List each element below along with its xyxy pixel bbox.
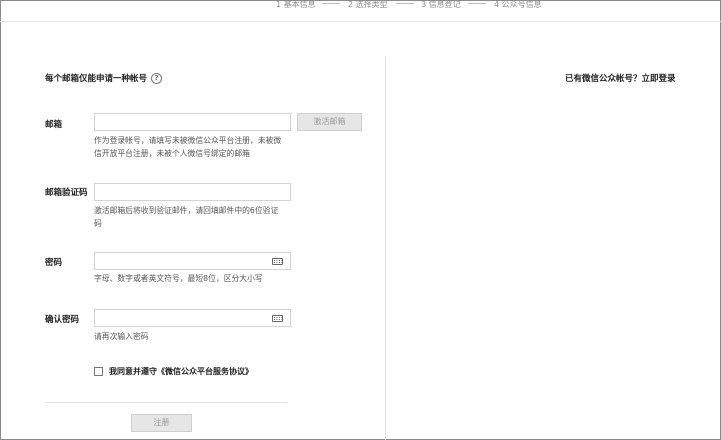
- help-circle-icon[interactable]: ?: [151, 72, 163, 84]
- step-separator: [322, 3, 340, 4]
- email-input[interactable]: [94, 113, 291, 131]
- step-separator: [396, 3, 414, 4]
- agreement-checkbox[interactable]: [94, 367, 103, 376]
- password-label: 密码: [45, 258, 63, 268]
- step-1: 1 基本信息: [276, 0, 316, 9]
- account-hint: 每个邮箱仅能申请一种帐号 ?: [45, 72, 163, 84]
- login-link[interactable]: 立即登录: [642, 74, 676, 84]
- agreement-text[interactable]: 我同意并遵守《微信公众平台服务协议》: [109, 366, 253, 377]
- password-description: 字母、数字或者英文符号，最短8位，区分大小写: [94, 274, 263, 283]
- login-prompt: 已有微信公众帐号？立即登录: [565, 72, 676, 84]
- code-label: 邮箱验证码: [45, 188, 88, 198]
- account-hint-text: 每个邮箱仅能申请一种帐号: [45, 74, 148, 84]
- verification-code-input[interactable]: [94, 183, 291, 201]
- step-indicator: 1 基本信息 2 选择类型 3 信息登记 4 公众号信息: [0, 0, 721, 10]
- form-divider: [45, 402, 287, 403]
- step-2: 2 选择类型: [348, 0, 388, 9]
- keyboard-icon[interactable]: [272, 315, 283, 322]
- register-button[interactable]: 注册: [131, 414, 192, 432]
- password-input[interactable]: [94, 252, 291, 270]
- step-4: 4 公众号信息: [494, 0, 542, 9]
- email-description: 作为登录帐号，请填写未被微信公众平台注册，未被微信开放平台注册，未被个人微信号绑…: [94, 136, 282, 158]
- login-prompt-text: 已有微信公众帐号？: [565, 74, 642, 84]
- keyboard-icon[interactable]: [272, 258, 283, 265]
- agreement-row: 我同意并遵守《微信公众平台服务协议》: [94, 366, 253, 377]
- confirm-password-description: 请再次输入密码: [94, 332, 149, 341]
- confirm-password-label: 确认密码: [45, 315, 80, 325]
- activate-email-button[interactable]: 激活邮箱: [297, 113, 362, 131]
- step-separator: [468, 3, 486, 4]
- confirm-password-input[interactable]: [94, 309, 291, 327]
- step-3: 3 信息登记: [421, 0, 461, 9]
- email-label: 邮箱: [45, 120, 63, 130]
- header-divider: [0, 21, 721, 22]
- code-description: 激活邮箱后将收到验证邮件，请回填邮件中的6位验证码: [94, 206, 279, 228]
- column-divider: [385, 57, 386, 440]
